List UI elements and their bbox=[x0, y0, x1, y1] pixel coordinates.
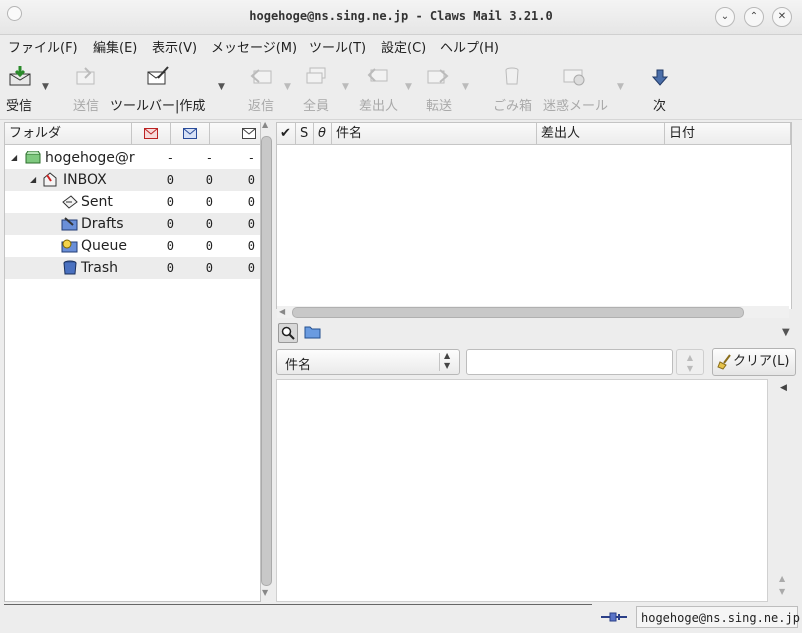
minimize-button[interactable]: ⌄ bbox=[715, 7, 735, 27]
sent-icon bbox=[62, 195, 78, 209]
menu-help[interactable]: ヘルプ(H) bbox=[440, 37, 499, 56]
spam-button[interactable]: 迷惑メール bbox=[540, 57, 610, 117]
folder-tree[interactable]: フォルダ ◢ hogehoge@r - - - ◢ INBOX 0 0 0 Se… bbox=[4, 122, 261, 602]
collapse-icon[interactable]: ◀ bbox=[780, 383, 787, 393]
trash-icon bbox=[63, 260, 77, 275]
menu-edit[interactable]: 編集(E) bbox=[93, 37, 137, 56]
unread-mail-icon bbox=[183, 128, 197, 139]
subject-column-header[interactable]: 件名 bbox=[332, 123, 537, 145]
spinner-arrows-icon: ▲ ▼ bbox=[444, 351, 451, 370]
scroll-left-icon[interactable]: ◀ bbox=[279, 307, 285, 316]
spam-icon bbox=[563, 69, 585, 86]
status-message bbox=[4, 604, 592, 629]
scrollbar-thumb[interactable] bbox=[261, 136, 272, 586]
search-input[interactable] bbox=[466, 349, 673, 375]
folder-row-sent[interactable]: Sent 0 0 0 bbox=[5, 191, 260, 213]
reply-all-menu-arrow[interactable]: ▼ bbox=[342, 82, 349, 92]
folder-row-inbox[interactable]: ◢ INBOX 0 0 0 bbox=[5, 169, 260, 191]
maximize-button[interactable]: ⌃ bbox=[744, 7, 764, 27]
folder-row-queue[interactable]: Queue 0 0 0 bbox=[5, 235, 260, 257]
menu-message[interactable]: メッセージ(M) bbox=[211, 37, 297, 56]
forward-icon bbox=[427, 69, 449, 84]
from-column-header[interactable]: 差出人 bbox=[537, 123, 665, 145]
spinner-arrows-icon: ▲ ▼ bbox=[686, 353, 694, 373]
chevron-down-icon: ⌄ bbox=[720, 11, 730, 22]
scroll-up-icon[interactable]: ▲ bbox=[262, 120, 268, 129]
menu-file[interactable]: ファイル(F) bbox=[8, 37, 78, 56]
inbox-icon bbox=[43, 172, 57, 187]
window-title: hogehoge@ns.sing.ne.jp - Claws Mail 3.21… bbox=[249, 9, 553, 23]
menu-bar: ファイル(F) 編集(E) 表示(V) メッセージ(M) ツール(T) 設定(C… bbox=[0, 34, 802, 56]
search-history-button[interactable]: ▲ ▼ bbox=[676, 349, 704, 375]
new-column-header[interactable] bbox=[132, 123, 171, 145]
clear-button[interactable]: クリア(L) bbox=[712, 348, 796, 376]
send-button[interactable]: 送信 bbox=[66, 57, 106, 117]
folder-row-account[interactable]: ◢ hogehoge@r - - - bbox=[5, 147, 260, 169]
receive-menu-arrow[interactable]: ▼ bbox=[42, 82, 49, 92]
arrow-down-icon bbox=[651, 69, 669, 86]
mark-column-header[interactable]: ✔ bbox=[277, 123, 296, 145]
unread-column-header[interactable] bbox=[171, 123, 210, 145]
folder-column-header[interactable]: フォルダ bbox=[5, 123, 132, 145]
broom-icon bbox=[717, 354, 731, 370]
expander-icon[interactable]: ◢ bbox=[30, 169, 36, 191]
forward-menu-arrow[interactable]: ▼ bbox=[462, 82, 469, 92]
mailbox-icon bbox=[25, 151, 41, 164]
menu-settings[interactable]: 設定(C) bbox=[381, 37, 426, 56]
menu-view[interactable]: 表示(V) bbox=[152, 37, 197, 56]
total-column-header[interactable] bbox=[210, 123, 260, 145]
pane-scrollbar[interactable]: ▲ ▼ bbox=[261, 120, 272, 598]
reply-icon bbox=[250, 69, 272, 84]
compose-button[interactable]: ツールバー|作成 bbox=[108, 57, 210, 117]
trash-can-icon bbox=[505, 67, 519, 85]
reply-menu-arrow[interactable]: ▼ bbox=[284, 82, 291, 92]
attachment-column-header[interactable]: θ bbox=[314, 123, 332, 145]
scroll-down-icon[interactable]: ▼ bbox=[779, 587, 785, 596]
expander-icon[interactable]: ◢ bbox=[11, 147, 17, 169]
close-button[interactable]: ✕ bbox=[772, 7, 792, 27]
scroll-down-icon[interactable]: ▼ bbox=[262, 588, 268, 597]
search-icon bbox=[281, 326, 295, 340]
send-icon bbox=[76, 67, 95, 85]
forward-button[interactable]: 転送 bbox=[418, 57, 462, 117]
status-column-header[interactable]: S bbox=[296, 123, 314, 145]
queue-icon bbox=[61, 239, 78, 253]
reply-button[interactable]: 返信 bbox=[240, 57, 284, 117]
folder-row-drafts[interactable]: Drafts 0 0 0 bbox=[5, 213, 260, 235]
reply-sender-icon bbox=[367, 68, 388, 82]
hscrollbar-thumb[interactable] bbox=[292, 307, 744, 318]
quicksearch-bar: ▼ bbox=[276, 322, 796, 344]
reply-all-icon bbox=[306, 67, 326, 84]
reply-sender-menu-arrow[interactable]: ▼ bbox=[405, 82, 412, 92]
mail-icon bbox=[242, 128, 256, 139]
quicksearch-menu-arrow[interactable]: ▼ bbox=[782, 327, 790, 338]
folder-row-trash[interactable]: Trash 0 0 0 bbox=[5, 257, 260, 279]
close-icon: ✕ bbox=[777, 11, 787, 22]
next-button[interactable]: 次 bbox=[640, 57, 680, 117]
search-field-select[interactable]: 件名 ▲ ▼ bbox=[276, 349, 460, 375]
drafts-icon bbox=[61, 217, 78, 231]
toolbar: 受信 ▼ 送信 ツールバー|作成 ▼ 返信 ▼ 全員 ▼ 差出人 ▼ 転送 ▼ … bbox=[0, 57, 802, 120]
account-status[interactable]: hogehoge@ns.sing.ne.jp bbox=[636, 606, 800, 628]
trash-button[interactable]: ごみ箱 bbox=[488, 57, 538, 117]
message-list[interactable]: ✔ S θ 件名 差出人 日付 bbox=[276, 122, 792, 309]
folder-icon[interactable] bbox=[304, 325, 322, 339]
new-mail-icon bbox=[144, 128, 158, 139]
reply-sender-button[interactable]: 差出人 bbox=[354, 57, 404, 117]
online-plug-icon[interactable] bbox=[600, 610, 628, 624]
chevron-up-icon: ⌃ bbox=[749, 11, 759, 22]
compose-icon bbox=[147, 66, 169, 85]
search-toggle-button[interactable] bbox=[278, 323, 298, 343]
reply-all-button[interactable]: 全員 bbox=[296, 57, 340, 117]
compose-menu-arrow[interactable]: ▼ bbox=[218, 82, 225, 92]
spam-menu-arrow[interactable]: ▼ bbox=[617, 82, 624, 92]
date-column-header[interactable]: 日付 bbox=[665, 123, 791, 145]
receive-icon bbox=[9, 66, 31, 86]
menu-tools[interactable]: ツール(T) bbox=[309, 37, 366, 56]
scroll-up-icon[interactable]: ▲ bbox=[779, 574, 785, 583]
message-preview[interactable] bbox=[276, 379, 768, 602]
